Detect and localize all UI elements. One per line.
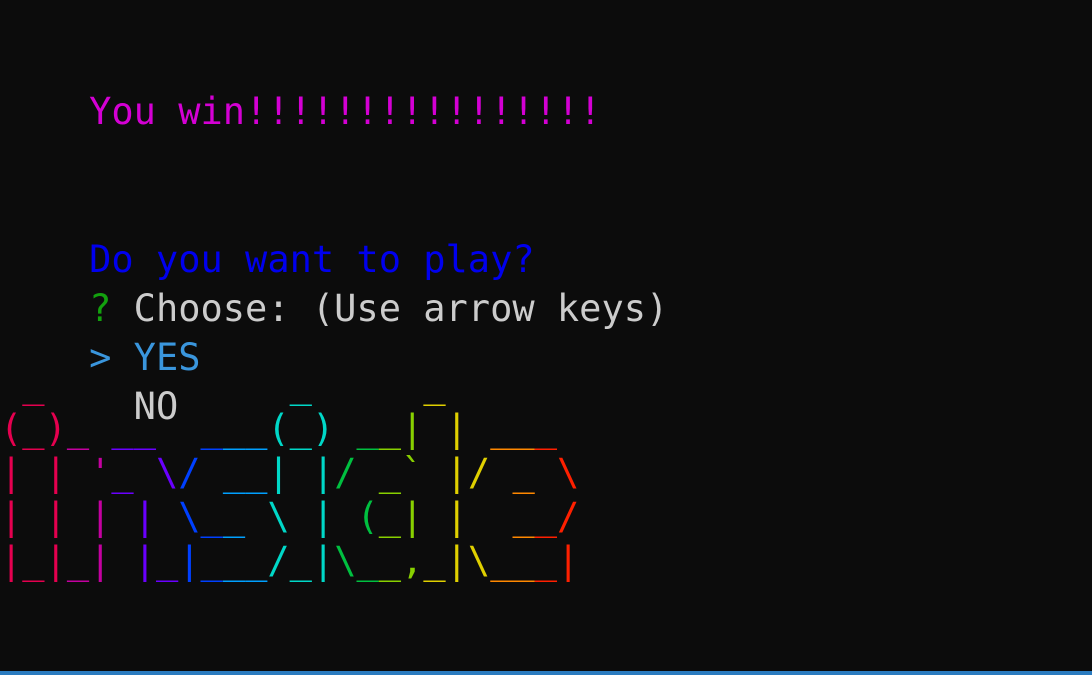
ascii-art-line: (_)_ __ ___(_) __| | ___ xyxy=(0,407,558,450)
ascii-art-line: |_|_| |_|___/_|\__,_|\___| xyxy=(0,539,580,582)
inside-ascii-logo: _ _ _ (_)_ __ ___(_) __| | ___ | | '_ \/… xyxy=(0,363,579,583)
option-yes[interactable]: > YES xyxy=(0,284,200,379)
ascii-art-line: _ _ _ xyxy=(22,363,446,406)
ascii-art-line: | | | | \__ \ | (_| | __/ xyxy=(0,495,580,538)
play-question: Do you want to play? xyxy=(0,186,535,281)
terminal-window: You win!!!!!!!!!!!!!!!! Do you want to p… xyxy=(0,0,1092,675)
choose-prompt: ? Choose: (Use arrow keys) xyxy=(0,235,668,330)
win-text: You win!!!!!!!!!!!!!!!! xyxy=(89,90,602,133)
win-message: You win!!!!!!!!!!!!!!!! xyxy=(0,38,601,133)
window-bottom-border xyxy=(0,671,1092,675)
ascii-art-line: | | '_ \/ __| |/ _` |/ _ \ xyxy=(0,451,580,494)
